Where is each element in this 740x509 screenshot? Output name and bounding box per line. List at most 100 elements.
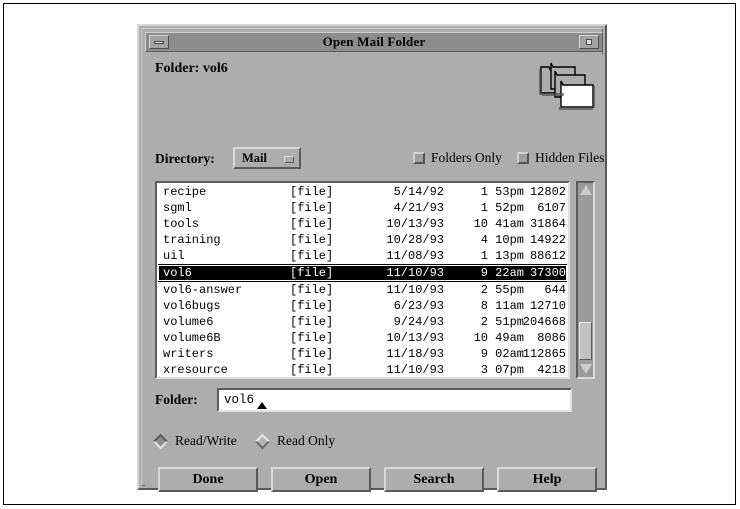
- file-size: 112865: [522, 347, 566, 361]
- file-type: [file]: [290, 331, 334, 345]
- dialog-client-area: Folder: vol6 Directory: Mail Folders Onl…: [145, 55, 604, 492]
- file-type: [file]: [290, 363, 334, 376]
- file-name: sgml: [163, 201, 192, 215]
- file-list-scrollbar[interactable]: [576, 181, 595, 379]
- file-date: 10/13/93: [386, 217, 444, 231]
- file-size: 12710: [529, 299, 566, 313]
- file-type: [file]: [290, 266, 334, 280]
- file-name: volume6: [163, 315, 214, 329]
- file-type: [file]: [290, 315, 334, 329]
- file-list-row[interactable]: uil [file] 11/08/93 1 13pm 88612: [158, 248, 567, 264]
- option-menu-indicator-icon: [284, 156, 294, 163]
- read-write-label: Read/Write: [175, 433, 237, 448]
- file-list-row[interactable]: vol6-answer [file] 11/10/93 2 55pm 644: [158, 282, 567, 298]
- file-name: volume6B: [163, 331, 221, 345]
- open-button[interactable]: Open: [271, 467, 371, 492]
- file-type: [file]: [290, 347, 334, 361]
- directory-selected-option: Mail: [242, 151, 267, 165]
- file-date: 11/08/93: [386, 249, 444, 263]
- maximize-icon: [586, 39, 592, 45]
- folder-input-value: vol6: [224, 393, 255, 407]
- file-size: 4218: [537, 363, 566, 376]
- checkbox-icon: [517, 152, 529, 164]
- file-size: 31864: [529, 217, 566, 231]
- directory-row: Directory: Mail Folders Only Hidden File…: [155, 147, 604, 171]
- file-type: [file]: [290, 217, 334, 231]
- folder-stack-icon: [539, 62, 595, 110]
- file-type: [file]: [290, 201, 334, 215]
- done-button[interactable]: Done: [158, 467, 258, 492]
- file-list-box[interactable]: recipe [file] 5/14/92 1 53pm 12802 sgml [file]…: [155, 181, 570, 379]
- file-size: 37300: [529, 266, 566, 280]
- file-list-row[interactable]: vol6 [file] 11/10/93 9 22am 37300: [158, 264, 567, 282]
- file-name: recipe: [163, 185, 207, 199]
- file-type: [file]: [290, 249, 334, 263]
- file-name: training: [163, 233, 221, 247]
- file-list-row[interactable]: training [file] 10/28/93 4 10pm 14922: [158, 232, 567, 248]
- scrollbar-thumb[interactable]: [579, 322, 592, 360]
- file-type: [file]: [290, 185, 334, 199]
- file-date: 11/10/93: [386, 363, 444, 376]
- file-list-rows: recipe [file] 5/14/92 1 53pm 12802 sgml [file]…: [158, 184, 567, 376]
- access-mode-row: Read/Write Read Only: [152, 433, 455, 453]
- file-name: xresource: [163, 363, 228, 376]
- file-size: 12802: [529, 185, 566, 199]
- search-button[interactable]: Search: [384, 467, 484, 492]
- file-name: tools: [163, 217, 200, 231]
- text-caret-icon: [257, 402, 267, 409]
- folder-heading: Folder: vol6: [155, 61, 228, 76]
- file-type: [file]: [290, 233, 334, 247]
- file-date: 9/24/93: [393, 315, 444, 329]
- file-date: 10/13/93: [386, 331, 444, 345]
- directory-label: Directory:: [155, 151, 215, 166]
- folder-field-row: Folder: vol6: [155, 388, 595, 414]
- window-title: Open Mail Folder: [322, 34, 426, 49]
- file-list-row[interactable]: xresource [file] 11/10/93 3 07pm 4218: [158, 362, 567, 376]
- file-list-row[interactable]: writers [file] 11/18/93 9 02am 112865: [158, 346, 567, 362]
- file-list-row[interactable]: tools [file] 10/13/93 10 41am 31864: [158, 216, 567, 232]
- scroll-up-arrow-icon[interactable]: [579, 184, 592, 197]
- hidden-files-label: Hidden Files: [535, 150, 605, 165]
- file-name: vol6bugs: [163, 299, 221, 313]
- folder-input[interactable]: vol6: [217, 388, 572, 412]
- file-date: 5/14/92: [393, 185, 444, 199]
- scroll-down-arrow-icon[interactable]: [579, 363, 592, 376]
- folders-only-label: Folders Only: [431, 150, 502, 165]
- file-date: 11/10/93: [386, 266, 444, 280]
- file-type: [file]: [290, 283, 334, 297]
- radio-diamond-icon: [254, 433, 271, 450]
- file-size: 14922: [529, 233, 566, 247]
- file-size: 6107: [537, 201, 566, 215]
- file-size: 8086: [537, 331, 566, 345]
- file-name: vol6-answer: [163, 283, 243, 297]
- file-date: 4/21/93: [393, 201, 444, 215]
- file-list-row[interactable]: volume6B [file] 10/13/93 10 49am 8086: [158, 330, 567, 346]
- radio-diamond-icon: [152, 433, 169, 450]
- file-list-row[interactable]: vol6bugs [file] 6/23/93 8 11am 12710: [158, 298, 567, 314]
- file-size: 88612: [529, 249, 566, 263]
- maximize-button[interactable]: [579, 35, 599, 49]
- file-size: 644: [544, 283, 566, 297]
- file-list-area: recipe [file] 5/14/92 1 53pm 12802 sgml [file]…: [155, 181, 595, 379]
- checkbox-icon: [413, 152, 425, 164]
- file-list-row[interactable]: recipe [file] 5/14/92 1 53pm 12802: [158, 184, 567, 200]
- file-list-row[interactable]: volume6 [file] 9/24/93 2 51pm 204668: [158, 314, 567, 330]
- file-date: 10/28/93: [386, 233, 444, 247]
- dialog-window-inner: Open Mail Folder Folder: vol6 Directory:…: [141, 28, 604, 492]
- dialog-window: Open Mail Folder Folder: vol6 Directory:…: [137, 24, 607, 492]
- file-date: 11/10/93: [386, 283, 444, 297]
- file-list-row[interactable]: sgml [file] 4/21/93 1 52pm 6107: [158, 200, 567, 216]
- read-only-label: Read Only: [277, 433, 336, 448]
- folder-field-label: Folder:: [155, 392, 198, 407]
- directory-option-menu[interactable]: Mail: [233, 147, 301, 169]
- file-size: 204668: [522, 315, 566, 329]
- help-button[interactable]: Help: [497, 467, 597, 492]
- title-bar[interactable]: Open Mail Folder: [145, 32, 603, 52]
- file-name: vol6: [163, 266, 192, 280]
- file-date: 11/18/93: [386, 347, 444, 361]
- page-frame: Open Mail Folder Folder: vol6 Directory:…: [3, 3, 736, 505]
- file-name: writers: [163, 347, 214, 361]
- file-name: uil: [163, 249, 185, 263]
- dialog-button-row: Done Open Search Help: [155, 467, 597, 493]
- file-date: 6/23/93: [393, 299, 444, 313]
